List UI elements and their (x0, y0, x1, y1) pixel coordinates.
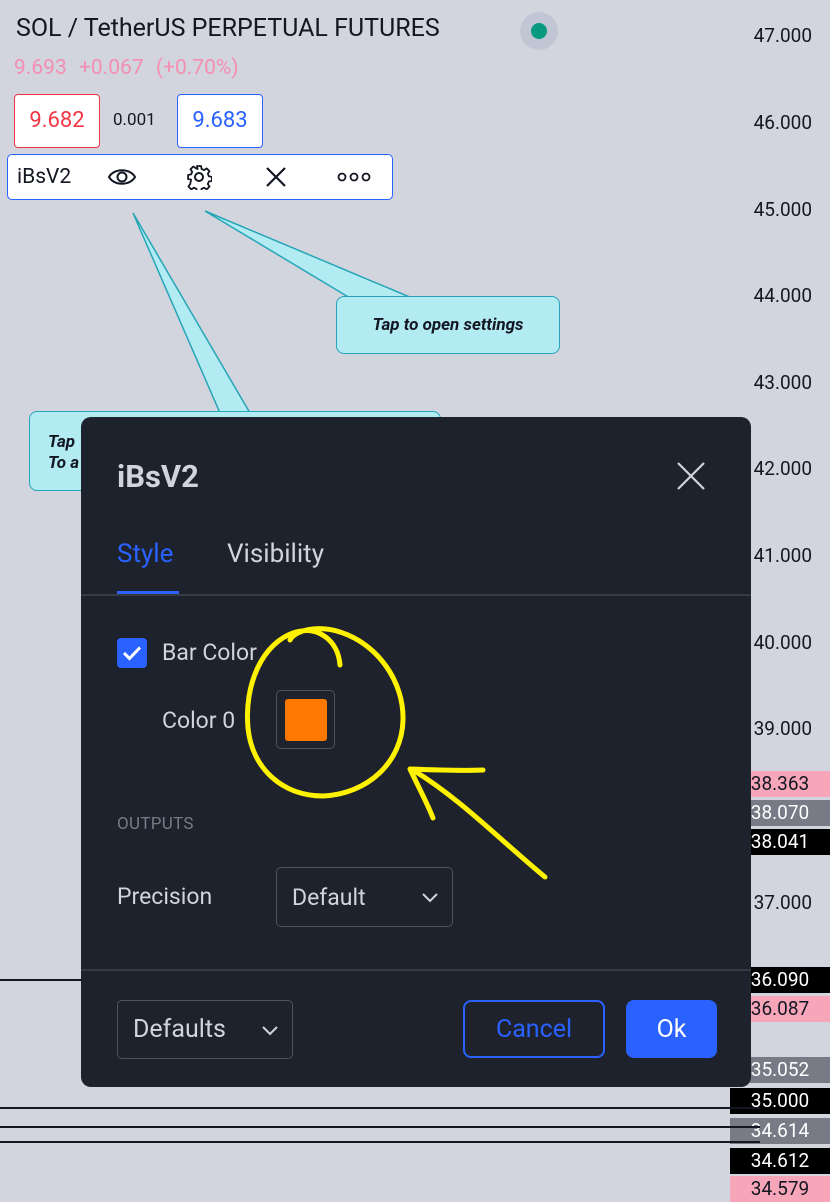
price-label-badge: 35.000 (730, 1088, 830, 1114)
dialog-title: iBsV2 (117, 458, 199, 495)
settings-hint-tooltip: Tap to open settings (336, 296, 560, 354)
defaults-label: Defaults (133, 1015, 226, 1044)
price-axis-tick: 40.000 (753, 631, 812, 654)
footer-divider (81, 969, 751, 971)
color-0-swatch-button[interactable] (276, 690, 335, 749)
outputs-section-header: OUTPUTS (117, 814, 194, 834)
settings-hint-text: Tap to open settings (372, 315, 524, 335)
price-label-badge: 34.579 (730, 1176, 830, 1202)
horizontal-price-line[interactable] (0, 979, 90, 981)
visibility-hint-line: To a (48, 453, 80, 473)
color-0-label: Color 0 (162, 707, 236, 734)
horizontal-price-line[interactable] (0, 1141, 760, 1143)
defaults-dropdown[interactable]: Defaults (117, 1000, 293, 1059)
chevron-down-icon (422, 893, 438, 903)
horizontal-price-line[interactable] (0, 1107, 760, 1109)
price-axis-tick: 37.000 (753, 891, 812, 914)
tab-visibility[interactable]: Visibility (227, 539, 324, 569)
cancel-button[interactable]: Cancel (463, 1000, 605, 1058)
bar-color-label: Bar Color (162, 639, 257, 666)
color-swatch (284, 698, 327, 741)
bar-color-checkbox[interactable] (117, 638, 147, 668)
visibility-hint-line: Tap (48, 432, 76, 452)
close-icon[interactable] (675, 460, 707, 492)
horizontal-price-line[interactable] (0, 1126, 760, 1128)
precision-label: Precision (117, 883, 213, 910)
tabs-divider (81, 594, 751, 596)
precision-select[interactable]: Default (276, 867, 453, 927)
price-axis-tick: 39.000 (753, 717, 812, 740)
tab-style[interactable]: Style (117, 539, 173, 569)
ok-button[interactable]: Ok (626, 1000, 717, 1058)
price-label-badge: 34.612 (730, 1148, 830, 1174)
checkmark-icon (122, 646, 142, 661)
chevron-down-icon (262, 1025, 278, 1035)
indicator-settings-dialog: iBsV2 Style Visibility Bar Color Color 0… (81, 417, 751, 1087)
price-axis-tick: 41.000 (753, 544, 812, 567)
precision-value: Default (292, 883, 366, 911)
